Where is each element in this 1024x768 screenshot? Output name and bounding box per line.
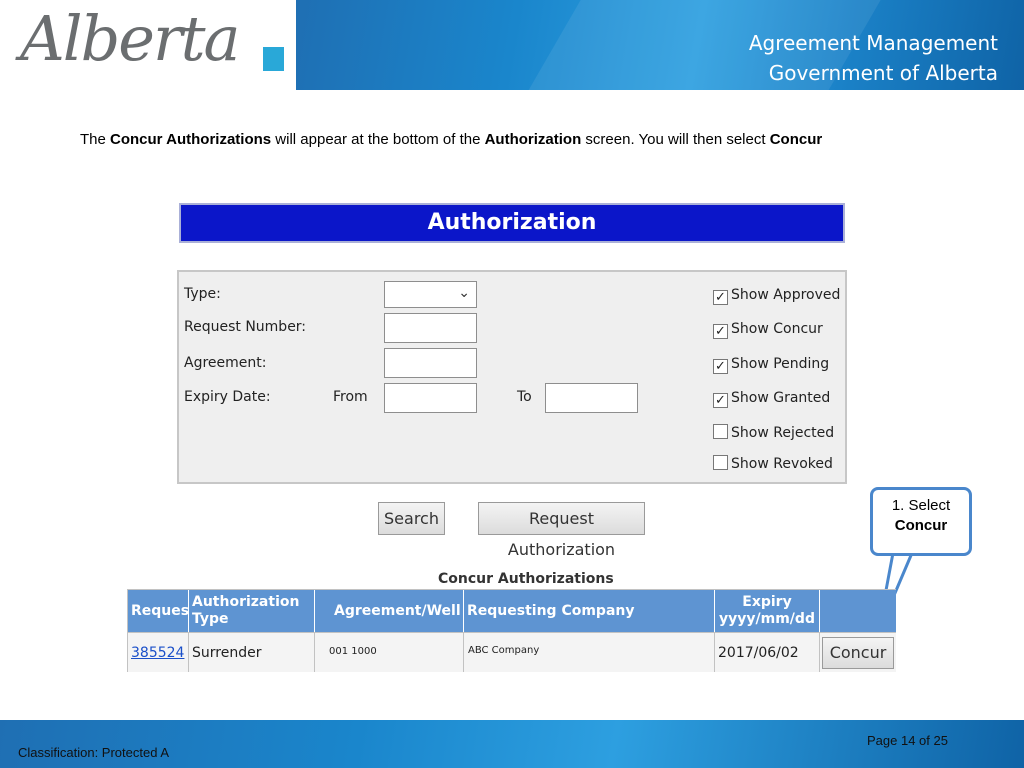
checkbox-checked-icon[interactable]: ✓	[713, 393, 728, 408]
concur-authorizations-table: Request Authorization Type Agreement/Wel…	[127, 589, 896, 672]
instruction-bold: Concur	[769, 131, 823, 148]
request-authorization-button[interactable]: Request Authorization	[478, 502, 645, 559]
checkbox-unchecked-icon[interactable]	[713, 455, 728, 470]
filter-show-rejected[interactable]: Show Rejected	[713, 424, 834, 446]
logo-accent-square	[263, 47, 284, 71]
classification-label: Classification: Protected A	[18, 745, 170, 760]
filter-label: Show Rejected	[731, 425, 835, 441]
request-number-link[interactable]: 385524	[131, 645, 184, 661]
from-label: From	[333, 389, 368, 405]
request-number-input[interactable]	[384, 313, 477, 343]
column-header-authorization-type: Authorization Type	[189, 590, 315, 632]
column-header-action	[820, 590, 896, 632]
authorization-title-bar: Authorization	[179, 203, 845, 243]
filter-label: Show Pending	[731, 356, 830, 372]
page-number: Page 14 of 25	[867, 733, 948, 748]
instruction-text: The Concur Authorizations will appear at…	[80, 131, 822, 148]
instruction-part: will appear at the bottom of the	[271, 131, 485, 148]
instruction-bold: Authorization	[484, 131, 582, 148]
table-cell-action: Concur	[820, 632, 896, 672]
column-header-expiry: Expiry yyyy/mm/dd	[715, 590, 820, 632]
table-cell-requesting-company: ABC Company	[464, 632, 715, 672]
filter-show-revoked[interactable]: Show Revoked	[713, 455, 833, 477]
checkbox-unchecked-icon[interactable]	[713, 424, 728, 439]
table-cell-request: 385524	[128, 632, 189, 672]
alberta-logo: Alberta	[0, 0, 296, 90]
request-number-label: Request Number:	[184, 319, 307, 335]
instruction-part: screen. You will then select	[581, 131, 770, 148]
concur-authorizations-title: Concur Authorizations	[438, 571, 614, 587]
header-subtitle: Government of Alberta	[768, 61, 998, 85]
column-header-line: Expiry	[742, 594, 792, 610]
column-header-line: yyyy/mm/dd	[719, 611, 815, 627]
expiry-from-input[interactable]	[384, 383, 477, 413]
column-header-line: Authorization	[192, 594, 300, 610]
filter-label: Show Revoked	[731, 456, 833, 472]
filter-show-concur[interactable]: ✓ Show Concur	[713, 321, 823, 343]
agreement-input[interactable]	[384, 348, 477, 378]
logo-wordmark: Alberta	[20, 2, 240, 75]
column-header-requesting-company: Requesting Company	[464, 590, 715, 632]
concur-button[interactable]: Concur	[822, 637, 894, 669]
callout-line2: Concur	[894, 517, 948, 534]
header: Alberta Agreement Management Government …	[0, 0, 1024, 90]
callout-line1: 1. Select	[891, 497, 951, 514]
filter-show-granted[interactable]: ✓ Show Granted	[713, 390, 830, 412]
type-label: Type:	[184, 286, 221, 302]
column-header-agreement-well: Agreement/Well	[315, 590, 464, 632]
filter-show-approved[interactable]: ✓ Show Approved	[713, 287, 840, 309]
callout-select-concur: 1. Select Concur	[870, 487, 972, 556]
checkbox-checked-icon[interactable]: ✓	[713, 359, 728, 374]
table-cell-agreement-well: 001 1000	[315, 632, 464, 672]
checkbox-checked-icon[interactable]: ✓	[713, 324, 728, 339]
table-cell-authorization-type: Surrender	[189, 632, 315, 672]
filter-show-pending[interactable]: ✓ Show Pending	[713, 356, 829, 378]
chevron-down-icon: ⌄	[458, 284, 470, 300]
checkbox-checked-icon[interactable]: ✓	[713, 290, 728, 305]
expiry-to-input[interactable]	[545, 383, 638, 413]
to-label: To	[517, 389, 532, 405]
filter-label: Show Granted	[731, 390, 831, 406]
column-header-request: Request	[128, 590, 196, 632]
column-header-line: Type	[192, 611, 229, 627]
filter-label: Show Concur	[731, 321, 823, 337]
authorization-search-form: Type: ⌄ Request Number: Agreement: Expir…	[177, 270, 847, 484]
agreement-label: Agreement:	[184, 355, 267, 371]
expiry-date-label: Expiry Date:	[184, 389, 271, 405]
header-title: Agreement Management	[748, 31, 998, 55]
table-cell-expiry: 2017/06/02	[715, 632, 820, 672]
instruction-bold: Concur Authorizations	[110, 131, 272, 148]
header-banner: Agreement Management Government of Alber…	[296, 0, 1024, 90]
search-button[interactable]: Search	[378, 502, 445, 535]
filter-label: Show Approved	[731, 287, 841, 303]
type-select[interactable]: ⌄	[384, 281, 477, 308]
instruction-part: The	[80, 131, 111, 148]
